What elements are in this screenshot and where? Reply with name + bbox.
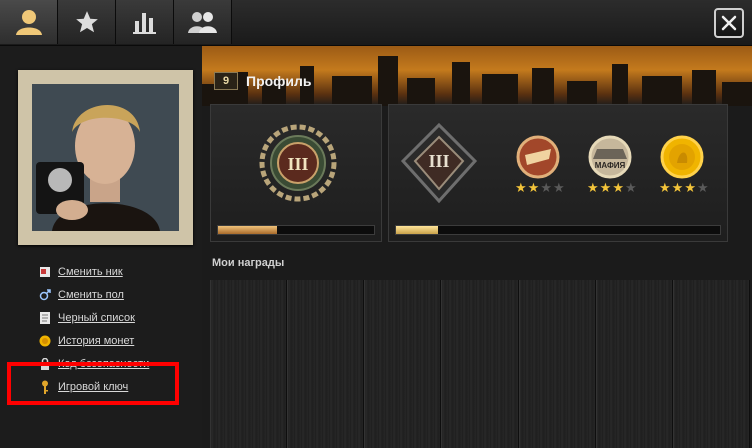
menu-item-blacklist[interactable]: Черный список bbox=[38, 306, 149, 329]
award-slot bbox=[287, 280, 365, 448]
star-filled-icon: ★ bbox=[587, 180, 600, 195]
rank-medal-icon: III bbox=[259, 124, 337, 202]
avatar[interactable] bbox=[32, 84, 179, 231]
star-filled-icon: ★ bbox=[527, 180, 541, 195]
pizza-icon[interactable] bbox=[513, 135, 563, 179]
rank-insignia-icon: III bbox=[400, 122, 478, 204]
group-icon bbox=[187, 12, 217, 33]
profile-header: 9 Профиль bbox=[214, 72, 312, 90]
rank-box-primary: III bbox=[210, 104, 382, 242]
star-empty-icon: ★ bbox=[540, 180, 553, 195]
avatar-portrait bbox=[32, 84, 179, 231]
user-icon bbox=[15, 10, 42, 35]
award-slot bbox=[518, 280, 596, 448]
star-filled-icon: ★ bbox=[684, 180, 697, 195]
tab-friends[interactable] bbox=[174, 0, 232, 44]
rank-progress-fill-secondary bbox=[396, 226, 439, 234]
rank-progress-bar-secondary bbox=[395, 225, 721, 235]
document-icon bbox=[38, 311, 52, 325]
tab-stats[interactable] bbox=[116, 0, 174, 44]
svg-text:МАФИЯ: МАФИЯ bbox=[595, 161, 626, 170]
close-button[interactable] bbox=[714, 8, 744, 38]
rank-progress-fill-primary bbox=[218, 226, 278, 234]
bar-chart-icon bbox=[132, 13, 156, 34]
achievement-stars-1: ★★★★ bbox=[515, 180, 566, 196]
award-slot bbox=[441, 280, 519, 448]
achievement-stars-2: ★★★★ bbox=[587, 180, 638, 196]
level-badge: 9 bbox=[214, 72, 238, 90]
star-filled-icon: ★ bbox=[599, 180, 613, 195]
highlight-box bbox=[7, 362, 179, 405]
main-panel: 9 Профиль III III ★★★★ МАФИЯ ★★★★ ★★★★ М… bbox=[202, 46, 752, 448]
award-slot bbox=[210, 280, 288, 448]
rank-box-secondary: III ★★★★ МАФИЯ ★★★★ ★★★★ bbox=[388, 104, 728, 242]
coin-icon bbox=[38, 334, 52, 348]
avatar-frame bbox=[18, 70, 193, 245]
star-filled-icon: ★ bbox=[659, 180, 672, 195]
rank-progress-bar-primary bbox=[217, 225, 375, 235]
award-slot bbox=[595, 280, 673, 448]
achievement-stars-3: ★★★★ bbox=[659, 180, 710, 196]
svg-text:III: III bbox=[428, 151, 449, 171]
star-filled-icon: ★ bbox=[515, 180, 528, 195]
awards-grid bbox=[210, 280, 750, 448]
star-filled-icon: ★ bbox=[671, 180, 685, 195]
star-empty-icon: ★ bbox=[696, 180, 710, 195]
menu-item-change-gender[interactable]: Сменить пол bbox=[38, 283, 149, 306]
tab-profile[interactable] bbox=[0, 0, 58, 44]
awards-title: Мои награды bbox=[212, 257, 285, 269]
award-slot bbox=[672, 280, 750, 448]
tab-favorites[interactable] bbox=[58, 0, 116, 44]
mafia-hat-icon[interactable]: МАФИЯ bbox=[585, 135, 635, 179]
svg-text:III: III bbox=[287, 154, 308, 174]
rename-icon bbox=[38, 265, 52, 279]
star-empty-icon: ★ bbox=[552, 180, 566, 195]
tab-bar bbox=[0, 0, 752, 46]
menu-item-coin-history[interactable]: История монет bbox=[38, 329, 149, 352]
gender-icon bbox=[38, 288, 52, 302]
menu-item-change-nick[interactable]: Сменить ник bbox=[38, 260, 149, 283]
close-icon bbox=[721, 15, 737, 31]
award-slot bbox=[364, 280, 442, 448]
page-title: Профиль bbox=[246, 73, 312, 89]
star-icon bbox=[75, 11, 98, 33]
star-empty-icon: ★ bbox=[624, 180, 638, 195]
star-filled-icon: ★ bbox=[612, 180, 625, 195]
gold-coin-icon[interactable] bbox=[657, 135, 707, 179]
